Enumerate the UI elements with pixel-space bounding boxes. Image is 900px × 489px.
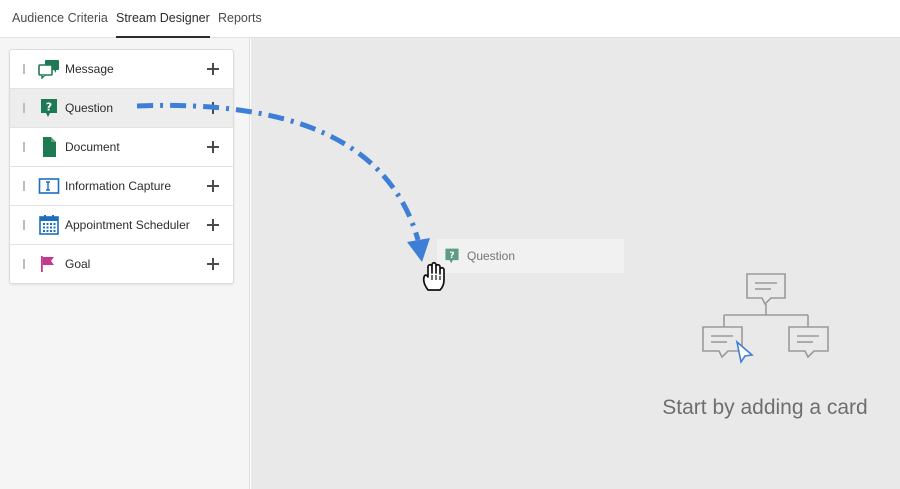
card-item-document[interactable]: Document [10,128,233,167]
drag-handle-icon[interactable] [23,259,25,269]
grab-cursor-icon [418,259,452,293]
drag-handle-icon[interactable] [23,220,25,230]
card-item-information-capture[interactable]: Information Capture [10,167,233,206]
card-label-message: Message [65,62,114,76]
card-list: Message ? Question Document Information … [9,49,234,284]
calendar-icon [38,215,60,235]
card-label-question: Question [65,101,114,115]
top-tab-bar: Audience Criteria Stream Designer Report… [0,0,900,38]
dragged-card-label: Question [467,249,516,263]
card-item-question[interactable]: ? Question [10,89,233,128]
message-icon [38,59,60,80]
card-item-appointment-scheduler[interactable]: Appointment Scheduler [10,206,233,245]
drag-handle-icon[interactable] [23,64,25,74]
add-appointment-scheduler-button[interactable] [205,217,221,233]
card-label-information-capture: Information Capture [65,179,172,193]
question-icon: ? [38,98,60,118]
information-capture-icon [38,176,60,196]
svg-text:?: ? [46,101,52,114]
drag-handle-icon[interactable] [23,103,25,113]
add-question-button[interactable] [205,100,221,116]
card-item-goal[interactable]: Goal [10,245,233,283]
drag-handle-icon[interactable] [23,181,25,191]
tab-reports[interactable]: Reports [218,0,262,38]
tab-stream-designer[interactable]: Stream Designer [116,0,210,38]
dragged-card-ghost[interactable]: ? Question [437,239,624,273]
tab-audience-criteria[interactable]: Audience Criteria [12,0,108,38]
card-palette-sidebar: Message ? Question Document Information … [0,38,250,489]
add-goal-button[interactable] [205,256,221,272]
document-icon [38,137,60,157]
flag-icon [38,254,60,274]
add-information-capture-button[interactable] [205,178,221,194]
empty-state-message: Start by adding a card [662,396,868,419]
card-label-appointment-scheduler: Appointment Scheduler [65,218,190,232]
drag-handle-icon[interactable] [23,142,25,152]
card-item-message[interactable]: Message [10,50,233,89]
card-tree-illustration [698,272,834,368]
add-message-button[interactable] [205,61,221,77]
card-label-goal: Goal [65,257,91,271]
add-document-button[interactable] [205,139,221,155]
card-label-document: Document [65,140,120,154]
